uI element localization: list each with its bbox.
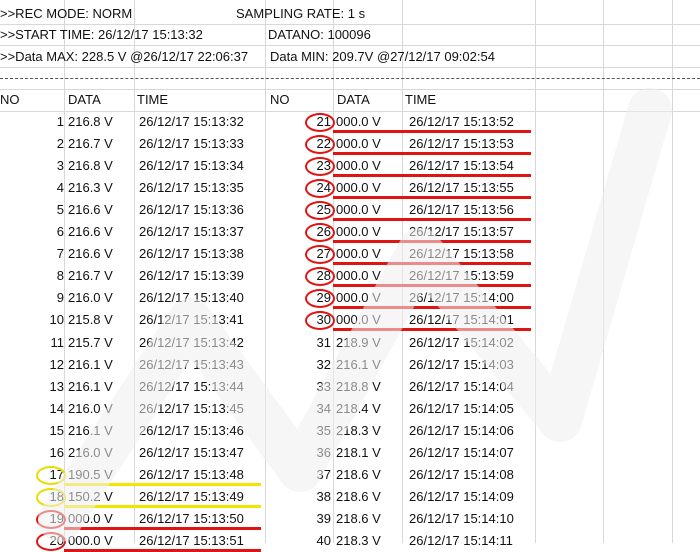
row-timestamp: 26/12/17 15:14:02: [409, 334, 514, 350]
start-time: >>START TIME: 26/12/17 15:13:32: [0, 27, 203, 42]
row-number: 36: [316, 444, 331, 460]
table-row: 39 218.6 V 26/12/17 15:14:10: [0, 508, 700, 530]
row-voltage: 218.6 V: [336, 466, 381, 482]
row-timestamp: 26/12/17 15:14:05: [409, 400, 514, 416]
row-number: 40: [316, 532, 331, 548]
row-voltage: 218.6 V: [336, 510, 381, 526]
row-number: 34: [316, 400, 331, 416]
col-header-no-right: NO: [270, 92, 290, 107]
red-highlight-circle: [305, 135, 335, 155]
table-row: 35 218.3 V 26/12/17 15:14:06: [0, 420, 700, 442]
col-header-data-right: DATA: [337, 92, 370, 107]
row-timestamp: 26/12/17 15:14:06: [409, 422, 514, 438]
row-voltage: 218.3 V: [336, 532, 381, 548]
red-highlight-circle: [305, 179, 335, 199]
table-row: 36 218.1 V 26/12/17 15:14:07: [0, 442, 700, 464]
data-max: >>Data MAX: 228.5 V @26/12/17 22:06:37: [0, 49, 249, 64]
row-voltage: 216.1 V: [336, 356, 381, 372]
dashed-separator: [0, 78, 700, 79]
red-highlight-circle: [305, 113, 335, 132]
table-row: 40 218.3 V 26/12/17 15:14:11: [0, 530, 700, 552]
table-row: 33 218.8 V 26/12/17 15:14:04: [0, 376, 700, 398]
red-highlight-circle: [305, 157, 335, 177]
row-voltage: 218.8 V: [336, 378, 381, 394]
row-voltage: 218.1 V: [336, 444, 381, 460]
row-voltage: 218.9 V: [336, 334, 381, 350]
data-min: Data MIN: 209.7V @27/12/17 09:02:54: [270, 49, 495, 64]
row-timestamp: 26/12/17 15:14:07: [409, 444, 514, 460]
spreadsheet: >>REC MODE: NORM SAMPLING RATE: 1 s >>ST…: [0, 0, 700, 552]
row-voltage: 218.6 V: [336, 488, 381, 504]
row-timestamp: 26/12/17 15:14:04: [409, 378, 514, 394]
rec-mode: >>REC MODE: NORM: [0, 6, 133, 21]
table-row: 37 218.6 V 26/12/17 15:14:08: [0, 464, 700, 486]
row-number: 37: [316, 466, 331, 482]
row-timestamp: 26/12/17 15:14:11: [409, 532, 513, 548]
table-row: 38 218.6 V 26/12/17 15:14:09: [0, 486, 700, 508]
sampling-rate: SAMPLING RATE: 1 s: [236, 6, 366, 21]
col-header-time-right: TIME: [405, 92, 437, 107]
row-timestamp: 26/12/17 15:14:09: [409, 488, 514, 504]
row-timestamp: 26/12/17 15:14:03: [409, 356, 514, 372]
table-row: 34 218.4 V 26/12/17 15:14:05: [0, 398, 700, 420]
table-row: 32 216.1 V 26/12/17 15:14:03: [0, 354, 700, 376]
row-number: 39: [316, 510, 331, 526]
row-timestamp: 26/12/17 15:14:10: [409, 510, 514, 526]
row-voltage: 218.3 V: [336, 422, 381, 438]
col-header-time-left: TIME: [137, 92, 169, 107]
row-number: 32: [316, 356, 331, 372]
row-number: 31: [316, 334, 331, 350]
row-voltage: 218.4 V: [336, 400, 381, 416]
col-header-data-left: DATA: [68, 92, 101, 107]
row-number: 33: [316, 378, 331, 394]
row-timestamp: 26/12/17 15:14:08: [409, 466, 514, 482]
table-row: 31 218.9 V 26/12/17 15:14:02: [0, 332, 700, 354]
col-header-no-left: NO: [0, 92, 20, 107]
data-number: DATANO: 100096: [268, 27, 371, 42]
row-number: 35: [316, 422, 331, 438]
row-number: 38: [316, 488, 331, 504]
